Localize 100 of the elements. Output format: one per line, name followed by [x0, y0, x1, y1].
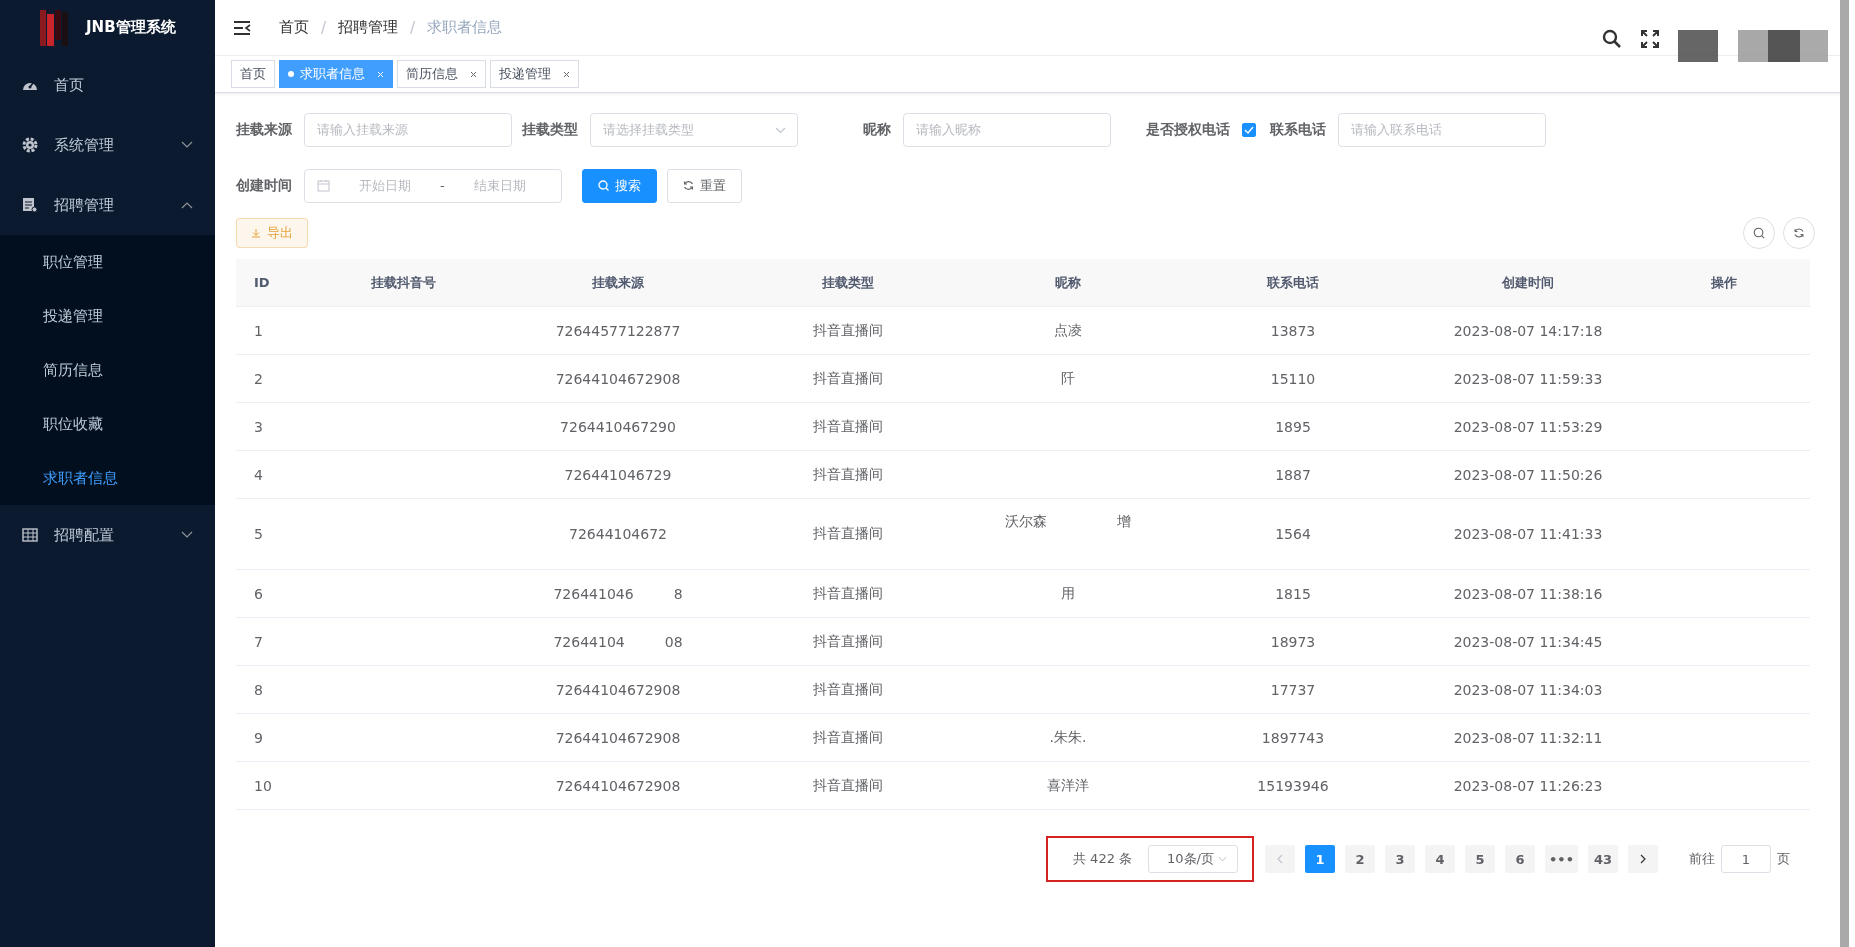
sidebar-subitem[interactable]: 职位收藏 — [0, 397, 215, 451]
breadcrumb-item[interactable]: 招聘管理 — [338, 18, 399, 37]
column-header: 挂载抖音号 — [369, 273, 437, 292]
input-field[interactable]: 请输入挂载来源 — [304, 112, 512, 147]
table-cell: 72644104672908 — [555, 777, 681, 794]
fullscreen-icon — [1640, 29, 1660, 49]
column-header: 昵称 — [1054, 273, 1082, 292]
goto-label: 前往 — [1689, 850, 1715, 868]
table-cell: 72644104 — [553, 633, 625, 650]
scrollbar[interactable] — [1840, 0, 1849, 947]
field-label: 联系电话 — [1270, 120, 1326, 139]
table-cell: 点凌 — [1054, 321, 1082, 340]
field-label: 挂载类型 — [522, 120, 578, 139]
close-icon — [470, 70, 477, 78]
page-unit-label: 页 — [1777, 850, 1790, 868]
page-tab[interactable]: 简历信息 — [397, 60, 486, 88]
page-button[interactable]: 2 — [1345, 845, 1376, 873]
table-cell: 726441046 — [553, 585, 634, 602]
page-button[interactable]: ••• — [1545, 845, 1578, 873]
table-cell: 抖音直播间 — [813, 417, 883, 434]
breadcrumb-item: 求职者信息 — [427, 18, 503, 37]
table-cell: 抖音直播间 — [813, 369, 883, 386]
table-cell: 9 — [254, 729, 263, 746]
table-cell: 抖音直播间 — [813, 632, 883, 649]
table-cell: 72644104672 — [569, 526, 667, 542]
search-icon — [1602, 29, 1622, 49]
page-button[interactable]: 5 — [1465, 845, 1496, 873]
input-field[interactable]: 请输入昵称 — [903, 112, 1111, 147]
close-icon — [563, 70, 570, 78]
sidebar-item[interactable]: 系统管理 — [0, 115, 215, 175]
page-button[interactable]: 3 — [1385, 845, 1416, 873]
breadcrumb-item[interactable]: 首页 — [279, 18, 309, 37]
refresh-icon — [683, 180, 694, 191]
page-size-select[interactable]: 10条/页 — [1148, 845, 1239, 873]
next-page-button[interactable] — [1628, 845, 1658, 873]
table-cell: .朱朱. — [1049, 728, 1087, 747]
sidebar-subitem[interactable]: 简历信息 — [0, 343, 215, 397]
page-tab[interactable]: 投递管理 — [490, 60, 579, 88]
date-separator: - — [440, 178, 445, 193]
dot-icon — [288, 71, 294, 77]
start-date-input[interactable]: 开始日期 — [338, 177, 432, 194]
input-field[interactable]: 请输入联系电话 — [1338, 112, 1546, 147]
table-cell: 增 — [1117, 513, 1131, 531]
refresh-icon — [1793, 227, 1805, 239]
table-cell: 4 — [254, 466, 263, 483]
search-button[interactable] — [1743, 217, 1775, 249]
sidebar-subitem[interactable]: 投递管理 — [0, 289, 215, 343]
refresh-button[interactable] — [1783, 217, 1815, 249]
table-cell: 1815 — [1275, 585, 1311, 602]
column-header: 联系电话 — [1266, 273, 1320, 292]
chevron-icon — [1218, 856, 1228, 862]
app-title: JNB管理系统 — [86, 18, 176, 37]
table-cell: 阡 — [1061, 369, 1075, 388]
sidebar-item[interactable]: 首页 — [0, 55, 215, 115]
table-cell: 15193946 — [1257, 777, 1329, 794]
breadcrumb-separator: / — [321, 18, 327, 37]
table-cell: 2023-08-07 11:50:26 — [1453, 466, 1603, 483]
table-cell: 2023-08-07 11:53:29 — [1453, 418, 1603, 435]
field-label: 创建时间 — [236, 176, 292, 195]
calendar-icon — [317, 179, 330, 192]
page-tab[interactable]: 首页 — [231, 60, 275, 88]
grid-icon — [22, 528, 38, 542]
table-cell: 2 — [254, 370, 263, 387]
column-header: 创建时间 — [1501, 273, 1555, 292]
breadcrumb-separator: / — [410, 18, 416, 37]
table-cell: 3 — [254, 418, 263, 435]
reset-button[interactable]: 重置 — [667, 168, 742, 203]
column-header: 挂载类型 — [821, 273, 875, 292]
table-cell: 1895 — [1275, 418, 1311, 435]
page-button[interactable]: 4 — [1425, 845, 1456, 873]
table-cell: 喜洋洋 — [1047, 776, 1089, 795]
sidebar-subitem[interactable]: 职位管理 — [0, 235, 215, 289]
table-cell: 72644104672908 — [555, 681, 681, 698]
sidebar-item[interactable]: 招聘管理 — [0, 175, 215, 235]
close-icon — [377, 70, 384, 78]
table-cell: 抖音直播间 — [813, 680, 883, 697]
table-cell: 17737 — [1270, 681, 1316, 698]
table-cell: 72644104672908 — [555, 370, 681, 387]
sidebar-item[interactable]: 招聘配置 — [0, 505, 215, 565]
gear-icon — [22, 137, 38, 153]
table-cell: 抖音直播间 — [813, 525, 883, 541]
table-cell: 2023-08-07 11:38:16 — [1453, 585, 1603, 602]
table-cell: 抖音直播间 — [813, 584, 883, 601]
field-label: 昵称 — [863, 120, 891, 139]
date-range-field[interactable]: 开始日期 - 结束日期 — [304, 168, 562, 203]
page-button[interactable]: 43 — [1588, 845, 1618, 873]
table-cell: 抖音直播间 — [813, 728, 883, 745]
column-header: 操作 — [1710, 273, 1738, 292]
page-button[interactable]: 6 — [1505, 845, 1536, 873]
end-date-input[interactable]: 结束日期 — [452, 177, 547, 194]
checkbox[interactable] — [1242, 122, 1256, 137]
select-field[interactable]: 请选择挂载类型 — [590, 112, 798, 147]
sidebar-subitem[interactable]: 求职者信息 — [0, 451, 215, 505]
total-count: 共 422 条 — [1073, 850, 1133, 868]
table-cell: 15110 — [1270, 370, 1316, 387]
table-cell: 10 — [254, 777, 272, 794]
page-input[interactable]: 1 — [1721, 845, 1771, 873]
table-cell: 1897743 — [1261, 729, 1325, 746]
table-cell: 2023-08-07 11:32:11 — [1453, 729, 1603, 746]
table-cell: 72644577122877 — [555, 322, 681, 339]
